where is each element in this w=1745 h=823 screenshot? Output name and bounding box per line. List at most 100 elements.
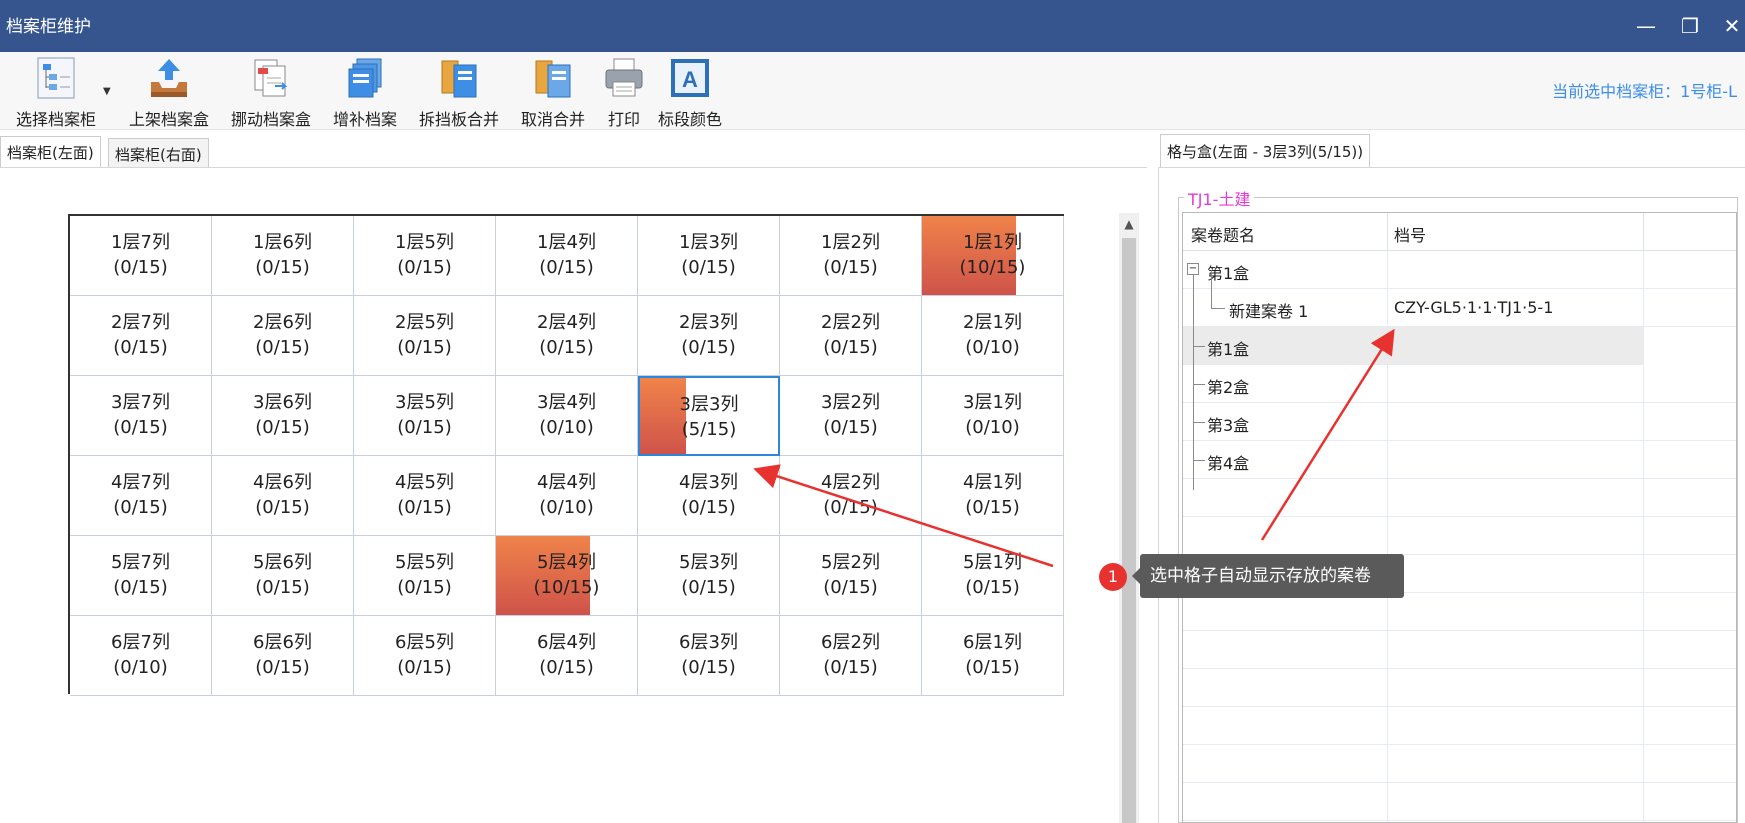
cabinet-cell[interactable]: 3层2列 (0/15) [780,376,922,456]
cabinet-cell[interactable]: 4层3列 (0/15) [638,456,780,536]
cell-count: (0/10) [965,417,1020,438]
tree-row-empty [1183,707,1736,745]
cell-label: 1层5列 [395,232,454,253]
cell-text: 6层6列 (0/15) [212,630,353,680]
cell-count: (0/15) [681,257,736,278]
minimize-button[interactable]: — [1632,12,1660,40]
cabinet-cell[interactable]: 5层3列 (0/15) [638,536,780,616]
cell-count: (0/15) [397,657,452,678]
tab-cabinet-left[interactable]: 档案柜(左面) [0,136,101,168]
cell-label: 3层2列 [821,392,880,413]
toolbar-label: 取消合并 [520,110,585,129]
cell-count: (10/15) [533,577,600,598]
cabinet-cell[interactable]: 3层4列 (0/10) [496,376,638,456]
cabinet-cell[interactable]: 6层7列 (0/10) [70,616,212,696]
cabinet-cell[interactable]: 1层7列 (0/15) [70,216,212,296]
cabinet-cell[interactable]: 1层6列 (0/15) [212,216,354,296]
cabinet-cell[interactable]: 6层4列 (0/15) [496,616,638,696]
tree-row-box[interactable]: 第4盒 [1183,441,1736,479]
tree-row-box[interactable]: 第2盒 [1183,365,1736,403]
chevron-down-icon[interactable]: ▼ [103,86,111,97]
cabinet-cell[interactable]: 6层1列 (0/15) [922,616,1064,696]
cell-text: 1层7列 (0/15) [70,230,211,280]
tree-row-empty [1183,479,1736,517]
cell-label: 2层3列 [679,312,738,333]
cabinet-cell[interactable]: 2层4列 (0/15) [496,296,638,376]
toolbar-label: 标段颜色 [657,110,722,129]
cabinet-cell[interactable]: 6层5列 (0/15) [354,616,496,696]
scroll-up-icon[interactable]: ▲ [1119,213,1139,235]
cabinet-cell[interactable]: 2层5列 (0/15) [354,296,496,376]
cabinet-cell[interactable]: 3层5列 (0/15) [354,376,496,456]
cell-label: 1层4列 [537,232,596,253]
cabinet-cell[interactable]: 4层1列 (0/15) [922,456,1064,536]
toolbar-label: 打印 [607,110,640,129]
vertical-scrollbar[interactable]: ▲ [1119,213,1139,823]
select-cabinet-button[interactable]: 选择档案柜 [10,56,102,129]
cell-label: 6层3列 [679,632,738,653]
toolbar-label: 上架档案盒 [128,110,209,129]
cabinet-cell[interactable]: 3层6列 (0/15) [212,376,354,456]
toolbar-label: 挪动档案盒 [230,110,311,129]
cabinet-cell[interactable]: 5层2列 (0/15) [780,536,922,616]
cabinet-cell[interactable]: 1层3列 (0/15) [638,216,780,296]
cabinet-cell[interactable]: 6层3列 (0/15) [638,616,780,696]
cabinet-cell[interactable]: 2层3列 (0/15) [638,296,780,376]
cabinet-cell[interactable]: 5层4列 (10/15) [496,536,638,616]
cabinet-cell[interactable]: 1层2列 (0/15) [780,216,922,296]
cabinet-cell[interactable]: 6层6列 (0/15) [212,616,354,696]
cabinet-cell[interactable]: 2层2列 (0/15) [780,296,922,376]
cabinet-cell[interactable]: 2层7列 (0/15) [70,296,212,376]
shelve-box-button[interactable]: 上架档案盒 [126,56,212,129]
cabinet-cell[interactable]: 2层1列 (0/10) [922,296,1064,376]
cabinet-cell[interactable]: 4层5列 (0/15) [354,456,496,536]
close-button[interactable]: ✕ [1718,12,1745,40]
cabinet-cell[interactable]: 4层4列 (0/10) [496,456,638,536]
cell-count: (0/15) [681,497,736,518]
cabinet-cell[interactable]: 2层6列 (0/15) [212,296,354,376]
cabinet-cell[interactable]: 1层5列 (0/15) [354,216,496,296]
scrollbar-thumb[interactable] [1122,238,1136,823]
add-archive-button[interactable]: 增补档案 [330,56,400,129]
cabinet-cell[interactable]: 1层4列 (0/15) [496,216,638,296]
restore-button[interactable]: ❐ [1676,12,1704,40]
tab-cabinet-right[interactable]: 档案柜(右面) [108,138,209,168]
cabinet-cell[interactable]: 1层1列 (10/15) [922,216,1064,296]
cabinet-cell[interactable]: 3层3列 (5/15) [638,376,780,456]
section-color-button[interactable]: A 标段颜色 [654,56,726,129]
tree-connector [1193,422,1205,423]
cabinet-cell[interactable]: 5层7列 (0/15) [70,536,212,616]
cell-label: 6层7列 [111,632,170,653]
cabinet-cell[interactable]: 3层7列 (0/15) [70,376,212,456]
tab-cell-and-box[interactable]: 格与盒(左面 - 3层3列(5/15)) [1160,134,1371,168]
cabinet-cell[interactable]: 4层7列 (0/15) [70,456,212,536]
cabinet-cell[interactable]: 5层1列 (0/15) [922,536,1064,616]
tree-row-box[interactable]: 第3盒 [1183,403,1736,441]
cell-text: 4层2列 (0/15) [780,470,921,520]
cell-count: (0/10) [965,337,1020,358]
cabinet-cell[interactable]: 4层2列 (0/15) [780,456,922,536]
archive-code: CZY-GL5·1·1·TJ1·5-1 [1394,298,1554,317]
tree-row-box[interactable]: − 第1盒 [1183,251,1736,289]
cell-text: 5层6列 (0/15) [212,550,353,600]
cell-text: 5层7列 (0/15) [70,550,211,600]
collapse-icon[interactable]: − [1187,263,1199,275]
cabinet-cell[interactable]: 3层1列 (0/10) [922,376,1064,456]
cabinet-cell[interactable]: 5层6列 (0/15) [212,536,354,616]
cabinet-cell[interactable]: 4层6列 (0/15) [212,456,354,536]
cell-count: (0/15) [255,657,310,678]
print-button[interactable]: 打印 [600,56,648,129]
cell-text: 2层5列 (0/15) [354,310,495,360]
move-box-button[interactable]: 挪动档案盒 [228,56,314,129]
cell-text: 6层7列 (0/10) [70,630,211,680]
cabinet-cell[interactable]: 5层5列 (0/15) [354,536,496,616]
split-merge-button[interactable]: 拆挡板合并 [416,56,502,129]
tree-row-box[interactable]: 第1盒 [1183,327,1644,365]
tree-row-archive[interactable]: 新建案卷 1 CZY-GL5·1·1·TJ1·5-1 [1183,289,1736,327]
cell-label: 6层2列 [821,632,880,653]
tree-connector [1193,384,1205,385]
cabinet-cell[interactable]: 6层2列 (0/15) [780,616,922,696]
title-bar: 档案柜维护 — ❐ ✕ [0,0,1745,52]
cancel-merge-button[interactable]: 取消合并 [518,56,588,129]
cell-count: (0/15) [255,337,310,358]
